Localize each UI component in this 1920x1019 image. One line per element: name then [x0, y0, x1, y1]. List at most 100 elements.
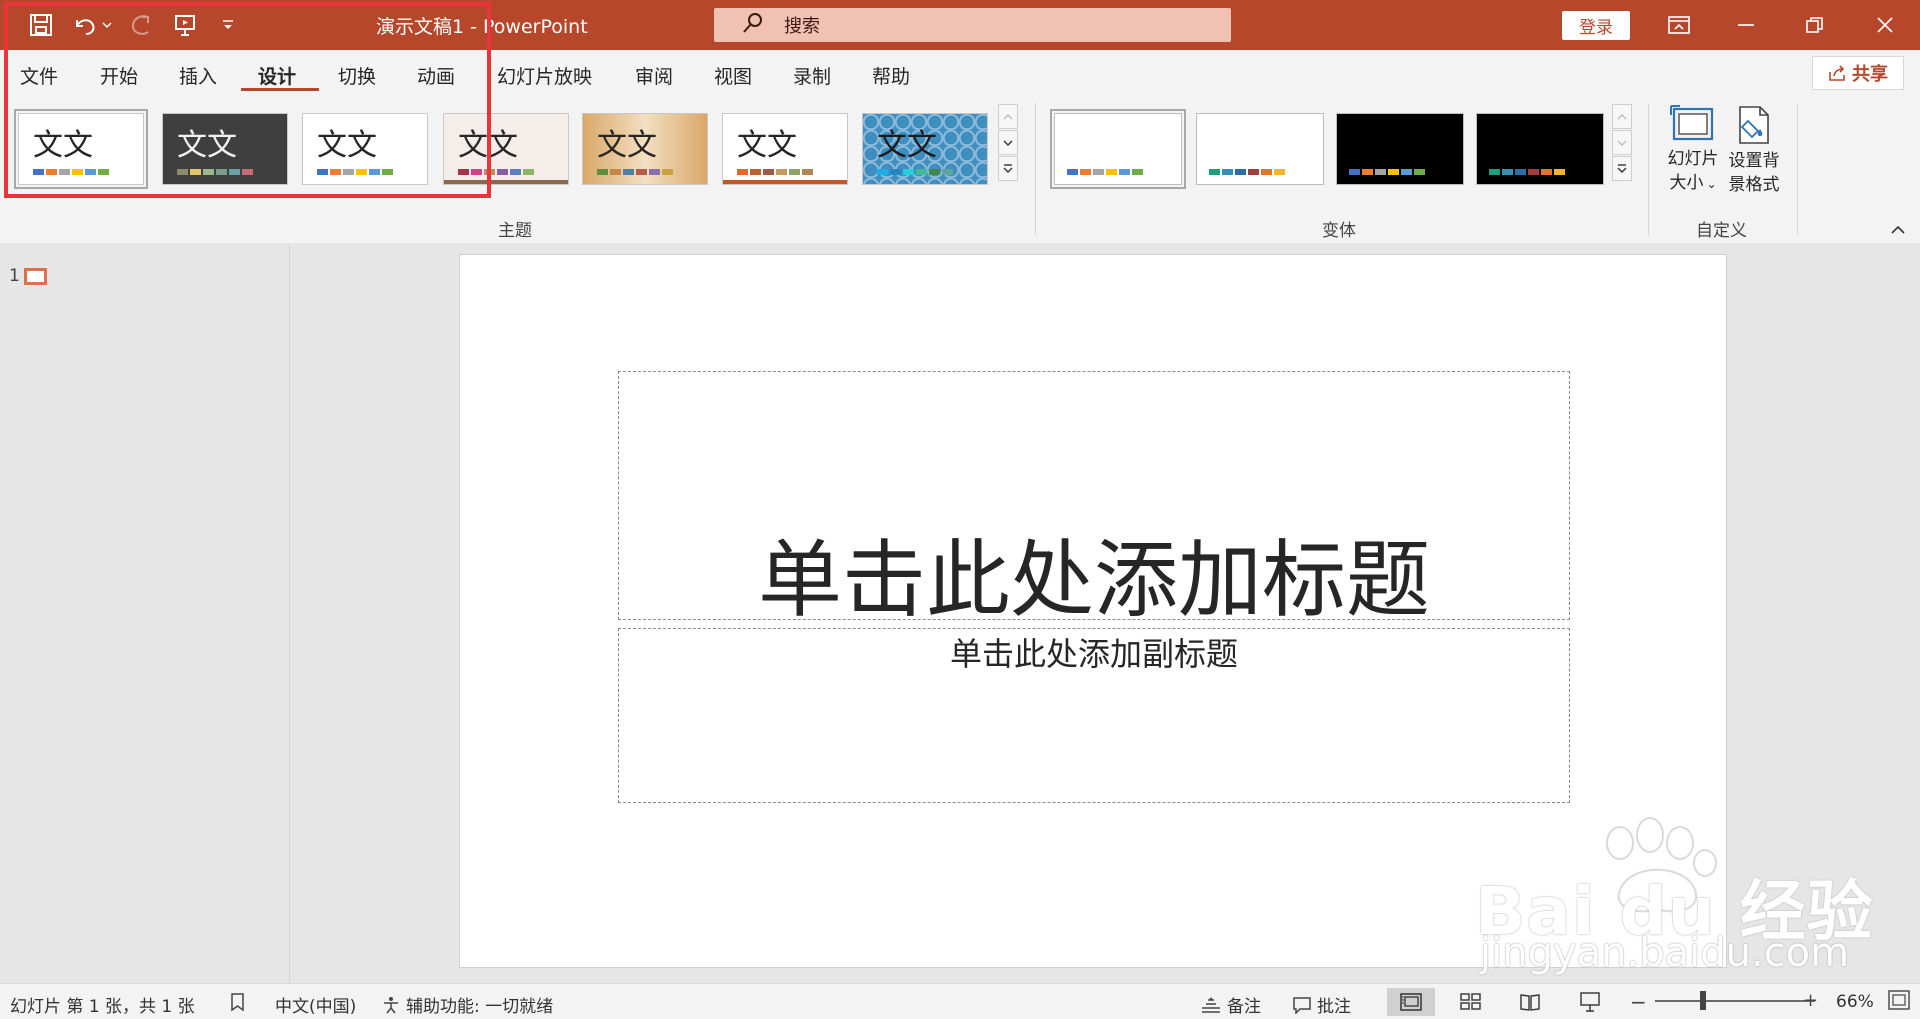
- themes-scroll-up-button[interactable]: [998, 104, 1018, 129]
- color-swatch: [1388, 169, 1399, 175]
- notes-label: 备注: [1227, 997, 1261, 1017]
- watermark-url: jingyan.baidu.com: [1480, 930, 1850, 976]
- theme-accent-bar: [723, 180, 847, 184]
- color-swatch: [877, 169, 888, 175]
- tab-view[interactable]: 视图: [714, 62, 752, 89]
- theme-sample-text: 文文: [597, 128, 657, 163]
- notes-icon: [1202, 996, 1220, 1013]
- variant-color-swatches: [1209, 169, 1285, 175]
- customize-group-label: 自定义: [1696, 221, 1747, 241]
- slide-size-button[interactable]: 幻灯片 大小 ⌄: [1663, 105, 1723, 196]
- tab-slide-show[interactable]: 幻灯片放映: [497, 62, 592, 89]
- zoom-out-button[interactable]: −: [1630, 990, 1647, 1014]
- variant-color-swatches: [1067, 169, 1143, 175]
- theme-sample-text: 文文: [737, 128, 797, 163]
- slide-sorter-view-button[interactable]: [1447, 988, 1495, 1016]
- themes-group-label: 主题: [498, 221, 532, 241]
- notes-button[interactable]: 备注: [1200, 992, 1261, 1017]
- color-swatch: [916, 169, 927, 175]
- color-swatch: [763, 169, 774, 175]
- slide-sorter-icon: [1460, 993, 1481, 1010]
- theme-thumbnail[interactable]: 文文: [862, 113, 988, 185]
- share-icon: [1829, 65, 1845, 81]
- accessibility-status[interactable]: 辅助功能: 一切就绪: [381, 992, 553, 1017]
- group-separator: [1035, 103, 1036, 235]
- color-swatch: [1222, 169, 1233, 175]
- spelling-check-icon[interactable]: [229, 992, 254, 1012]
- ribbon-display-options-icon[interactable]: [1666, 12, 1692, 38]
- language-status[interactable]: 中文(中国): [275, 992, 356, 1017]
- color-swatch: [789, 169, 800, 175]
- comments-label: 批注: [1317, 997, 1351, 1017]
- reading-view-button[interactable]: [1506, 988, 1554, 1016]
- restore-icon[interactable]: [1802, 12, 1828, 38]
- slide-show-view-button[interactable]: [1566, 988, 1614, 1016]
- variant-color-swatches: [1489, 169, 1565, 175]
- slide-thumbnail-number: 1: [9, 266, 20, 286]
- color-swatch: [1375, 169, 1386, 175]
- color-swatch: [1119, 169, 1130, 175]
- themes-more-button[interactable]: [998, 156, 1018, 181]
- normal-view-button[interactable]: [1387, 988, 1435, 1016]
- color-swatch: [942, 169, 953, 175]
- collapse-ribbon-icon[interactable]: [1890, 222, 1908, 240]
- theme-thumbnail[interactable]: 文文: [722, 113, 848, 185]
- tab-help[interactable]: 帮助: [872, 62, 910, 89]
- variants-scroll-up-button[interactable]: [1612, 104, 1632, 129]
- tab-record[interactable]: 录制: [793, 62, 831, 89]
- share-button[interactable]: 共享: [1812, 56, 1904, 90]
- fit-to-window-icon[interactable]: [1888, 990, 1915, 1010]
- color-swatch: [1209, 169, 1220, 175]
- variant-thumbnail[interactable]: [1196, 113, 1324, 185]
- variant-thumbnail[interactable]: [1476, 113, 1604, 185]
- color-swatch: [662, 169, 673, 175]
- variants-scroll-down-button[interactable]: [1612, 130, 1632, 155]
- subtitle-placeholder-text: 单击此处添加副标题: [949, 635, 1238, 673]
- share-label: 共享: [1852, 64, 1888, 85]
- theme-color-swatches: [597, 169, 673, 175]
- search-input[interactable]: 搜索: [714, 8, 1231, 42]
- zoom-slider-track[interactable]: [1655, 1000, 1815, 1002]
- variant-thumbnail[interactable]: [1336, 113, 1464, 185]
- tab-review[interactable]: 审阅: [635, 62, 673, 89]
- theme-thumbnail[interactable]: 文文: [582, 113, 708, 185]
- color-swatch: [610, 169, 621, 175]
- color-swatch: [1274, 169, 1285, 175]
- color-swatch: [1235, 169, 1246, 175]
- color-swatch: [1515, 169, 1526, 175]
- format-background-icon: [1739, 106, 1769, 144]
- search-icon: [742, 12, 764, 38]
- group-separator: [1797, 103, 1798, 235]
- color-swatch: [1541, 169, 1552, 175]
- zoom-slider-thumb[interactable]: [1700, 991, 1706, 1010]
- login-button[interactable]: 登录: [1562, 11, 1630, 40]
- variant-thumbnail[interactable]: [1050, 109, 1186, 189]
- color-swatch: [1528, 169, 1539, 175]
- theme-sample-text: 文文: [877, 128, 937, 163]
- accessibility-icon: [384, 996, 398, 1013]
- close-icon[interactable]: [1872, 12, 1898, 38]
- comments-button[interactable]: 批注: [1292, 992, 1351, 1017]
- variants-more-button[interactable]: [1612, 156, 1632, 181]
- color-swatch: [1261, 169, 1272, 175]
- group-separator: [1648, 103, 1649, 235]
- slide-size-label-1: 幻灯片: [1667, 149, 1719, 169]
- color-swatch: [903, 169, 914, 175]
- theme-color-swatches: [877, 169, 953, 175]
- themes-scroll-down-button[interactable]: [998, 130, 1018, 155]
- color-swatch: [1414, 169, 1425, 175]
- zoom-level[interactable]: 66%: [1836, 992, 1874, 1012]
- format-background-button[interactable]: 设置背 景格式: [1724, 105, 1784, 197]
- color-swatch: [1080, 169, 1091, 175]
- slide-thumbnail[interactable]: [24, 268, 47, 285]
- title-placeholder-text: 单击此处添加标题: [757, 531, 1430, 629]
- search-placeholder: 搜索: [784, 16, 820, 37]
- variants-gallery-scroll: [1612, 104, 1632, 182]
- zoom-in-button[interactable]: +: [1803, 990, 1818, 1011]
- accessibility-label: 辅助功能: 一切就绪: [406, 997, 554, 1017]
- color-swatch: [750, 169, 761, 175]
- color-swatch: [1362, 169, 1373, 175]
- color-swatch: [649, 169, 660, 175]
- color-swatch: [1132, 169, 1143, 175]
- minimize-icon[interactable]: [1733, 12, 1759, 38]
